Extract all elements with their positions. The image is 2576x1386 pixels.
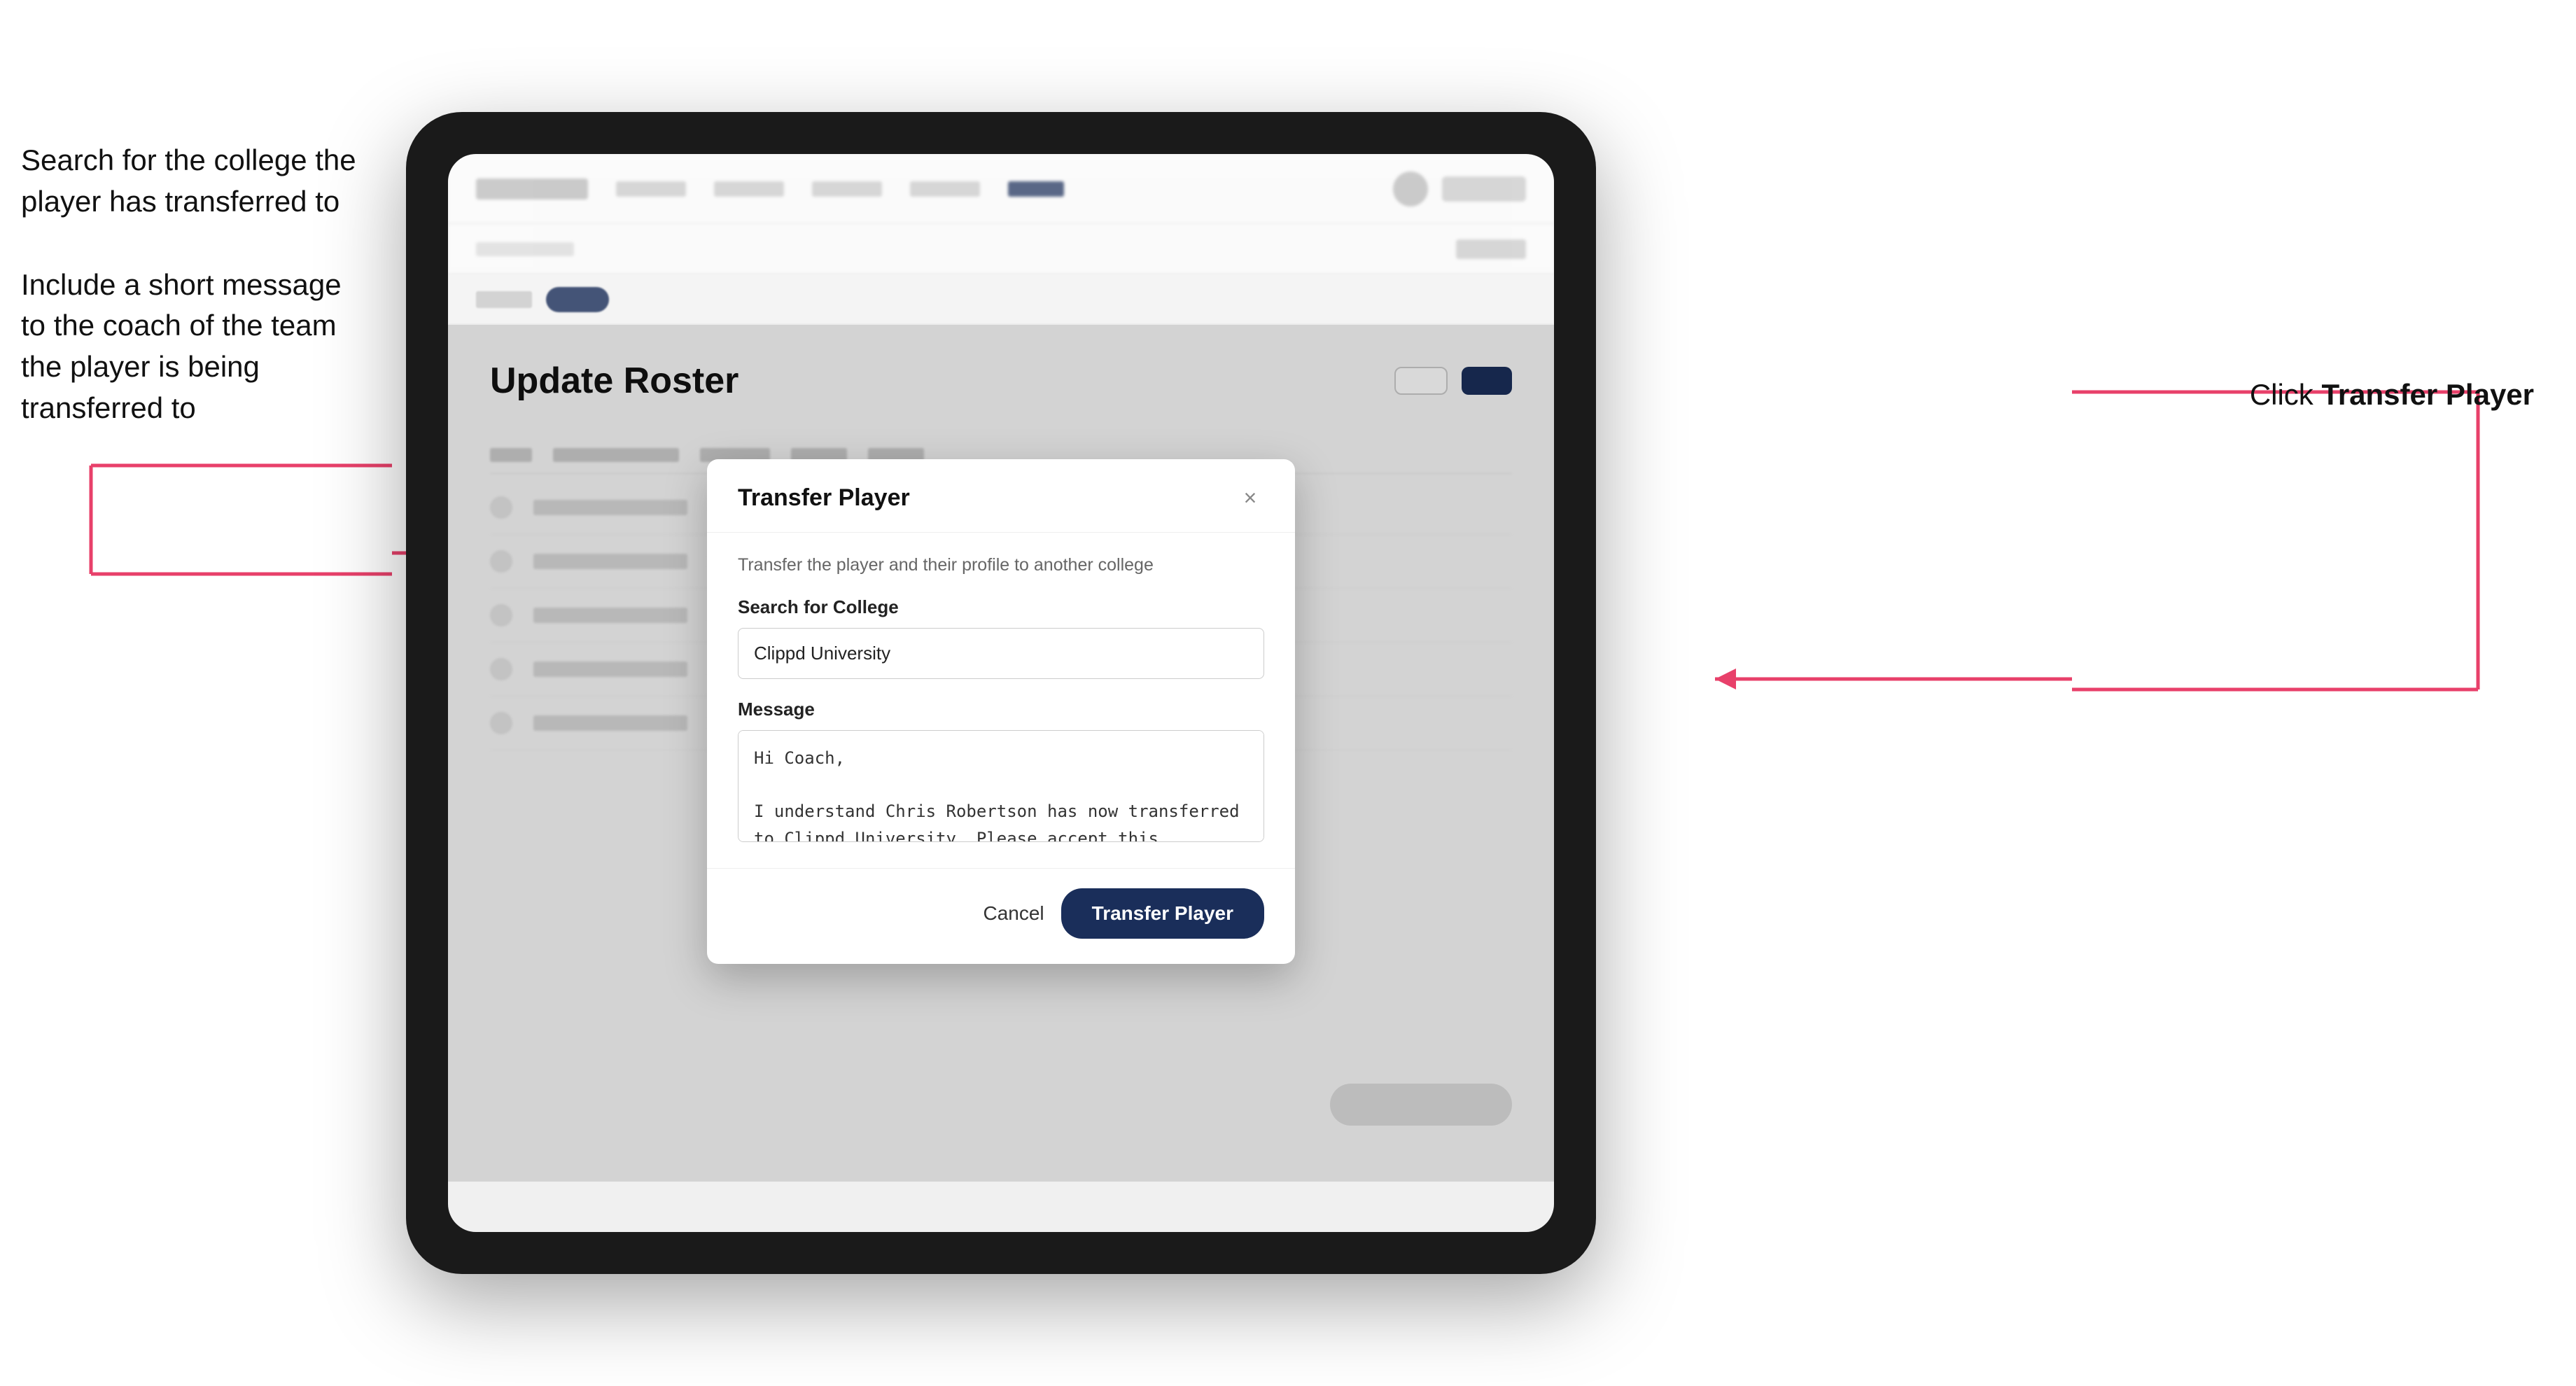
message-label: Message	[738, 699, 1264, 720]
modal-header: Transfer Player ×	[707, 459, 1295, 533]
tab-item-1	[476, 291, 532, 308]
nav-right	[1393, 172, 1526, 206]
main-content: Update Roster	[448, 325, 1554, 1182]
annotation-message-line4: transferred to	[21, 388, 385, 429]
nav-item-3	[812, 181, 882, 197]
transfer-player-button[interactable]: Transfer Player	[1061, 888, 1264, 939]
modal-subtitle: Transfer the player and their profile to…	[738, 555, 1264, 575]
nav-item-1	[616, 181, 686, 197]
tablet-frame: Update Roster	[406, 112, 1596, 1274]
tab-item-active	[546, 287, 609, 312]
modal-overlay: Transfer Player × Transfer the player an…	[448, 325, 1554, 1182]
annotation-right-bold: Transfer Player	[2321, 378, 2534, 411]
message-textarea[interactable]: Hi Coach, I understand Chris Robertson h…	[738, 730, 1264, 842]
tab-bar	[448, 274, 1554, 325]
annotation-search-line2: player has transferred to	[21, 181, 385, 223]
search-college-input[interactable]	[738, 628, 1264, 679]
annotation-message-line1: Include a short message	[21, 265, 385, 306]
sub-nav-item-1	[476, 242, 574, 256]
nav-bar	[448, 154, 1554, 224]
nav-item-4	[910, 181, 980, 197]
nav-btn	[1442, 176, 1526, 202]
tablet-screen: Update Roster	[448, 154, 1554, 1232]
search-college-label: Search for College	[738, 596, 1264, 618]
nav-item-2	[714, 181, 784, 197]
annotation-right-prefix: Click	[2250, 378, 2322, 411]
nav-item-active	[1008, 181, 1064, 197]
annotation-message-line2: to the coach of the team	[21, 305, 385, 346]
transfer-modal: Transfer Player × Transfer the player an…	[707, 459, 1295, 964]
annotation-message-line3: the player is being	[21, 346, 385, 388]
sub-nav-right	[1456, 239, 1526, 259]
annotation-search-line1: Search for the college the	[21, 140, 385, 181]
modal-close-button[interactable]: ×	[1236, 484, 1264, 512]
modal-footer: Cancel Transfer Player	[707, 868, 1295, 964]
annotation-right: Click Transfer Player	[2250, 378, 2534, 412]
cancel-button[interactable]: Cancel	[983, 902, 1044, 925]
nav-avatar	[1393, 172, 1428, 206]
annotation-left: Search for the college the player has tr…	[21, 140, 385, 429]
modal-body: Transfer the player and their profile to…	[707, 533, 1295, 868]
sub-nav	[448, 224, 1554, 274]
nav-logo	[476, 178, 588, 200]
modal-title: Transfer Player	[738, 484, 910, 512]
